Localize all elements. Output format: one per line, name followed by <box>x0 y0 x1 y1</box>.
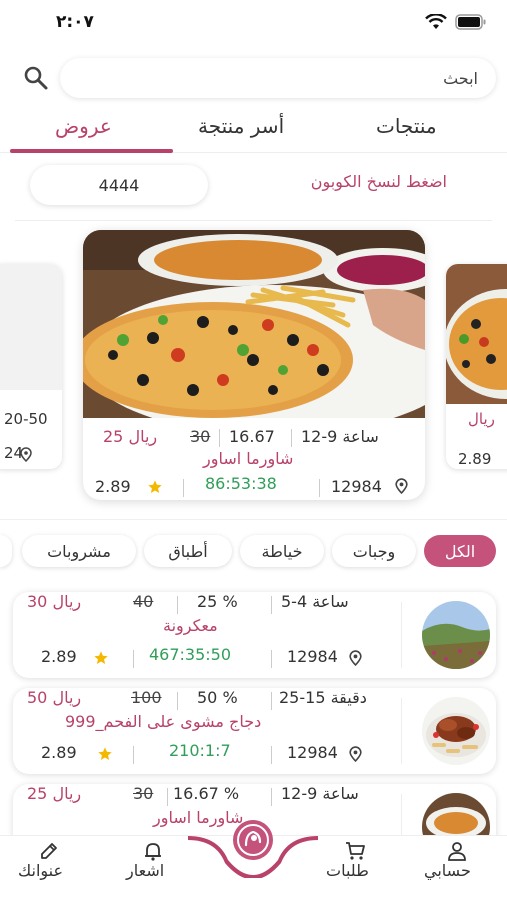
coupon-code[interactable]: 4444 <box>30 165 208 205</box>
item-old-price: 30 <box>133 784 154 803</box>
active-tab-indicator <box>10 149 173 153</box>
status-time: ٢:٠٧ <box>56 12 94 32</box>
category-meals[interactable]: وجبات <box>332 535 416 567</box>
item-new-price: 30 ريال <box>27 592 82 611</box>
item-time: 5-4 ساعة <box>281 592 349 611</box>
offer-discount: 16.67 <box>229 427 275 446</box>
home-center-button[interactable] <box>188 818 318 878</box>
star-icon <box>94 651 108 664</box>
item-rating: 2.89 <box>41 647 77 666</box>
list-item[interactable]: 5-4 ساعة 25 % 40 30 ريال معكرونة 12984 4… <box>13 592 496 678</box>
nav-account[interactable]: حسابي <box>418 836 498 896</box>
nav-account-label: حسابي <box>424 861 471 880</box>
offer-rating: 2.89 <box>95 477 131 496</box>
wifi-icon <box>425 14 447 29</box>
list-item[interactable]: 25-15 دقيقة 50 % 100 50 ريال دجاج مشوى ع… <box>13 688 496 774</box>
category-drinks[interactable]: مشروبات <box>22 535 136 567</box>
offer-image <box>0 264 62 390</box>
nav-address-label: عنوانك <box>18 861 64 880</box>
item-rating: 2.89 <box>41 743 77 762</box>
category-all[interactable]: الكل <box>424 535 496 567</box>
nav-orders-label: طلبات <box>326 861 369 880</box>
item-countdown: 467:35:50 <box>149 645 232 664</box>
divider <box>0 519 507 520</box>
search-icon[interactable] <box>22 64 50 92</box>
offer-card-prev[interactable]: 20-50 24 <box>0 264 62 469</box>
battery-icon <box>455 14 486 30</box>
category-dishes[interactable]: أطباق <box>144 535 232 567</box>
item-image <box>422 697 490 765</box>
location-pin-icon <box>349 746 362 762</box>
item-countdown: 210:1:7 <box>169 741 231 760</box>
item-old-price: 40 <box>133 592 154 611</box>
item-name: معكرونة <box>163 616 218 635</box>
item-code: 12984 <box>287 743 338 762</box>
status-icons <box>425 14 487 30</box>
featured-offer-card[interactable]: 12-9 ساعة 16.67 30 25 ريال شاورما اساور … <box>83 230 425 500</box>
item-time: 12-9 ساعة <box>281 784 359 803</box>
item-new-price: 50 ريال <box>27 688 82 707</box>
nav-notifications-label: اشعار <box>126 861 165 880</box>
category-tailoring[interactable]: خياطة <box>240 535 324 567</box>
offer-new-price: 25 ريال <box>103 427 158 446</box>
offer-time: 20-50 <box>4 410 48 428</box>
nav-notifications[interactable]: اشعار <box>118 836 188 896</box>
location-pin-icon <box>349 650 362 666</box>
offer-image <box>446 264 507 404</box>
search-input[interactable]: ابحث <box>60 58 496 98</box>
item-code: 12984 <box>287 647 338 666</box>
user-icon <box>448 842 466 861</box>
tab-productive-families[interactable]: أسر منتجة <box>198 114 284 138</box>
offer-old-price: 30 <box>190 427 211 446</box>
featured-offer-image <box>83 230 425 418</box>
item-discount: 50 % <box>197 688 238 707</box>
location-pin-icon <box>20 447 32 462</box>
offer-card-next[interactable]: ريال 2.89 <box>446 264 507 469</box>
item-image <box>422 601 490 669</box>
category-more[interactable] <box>0 535 12 567</box>
location-pin-icon <box>395 478 408 494</box>
edit-location-icon <box>41 843 57 859</box>
star-icon <box>98 747 112 760</box>
divider <box>15 220 492 221</box>
offer-code: 12984 <box>331 477 382 496</box>
item-new-price: 25 ريال <box>27 784 82 803</box>
coupon-copy-label[interactable]: اضغط لنسخ الكوبون <box>311 172 447 191</box>
tab-offers[interactable]: عروض <box>55 114 112 138</box>
offer-time: 12-9 ساعة <box>301 427 379 446</box>
item-old-price: 100 <box>131 688 162 707</box>
item-discount: 16.67 % <box>173 784 240 803</box>
item-discount: 25 % <box>197 592 238 611</box>
search-placeholder: ابحث <box>443 68 478 88</box>
item-time: 25-15 دقيقة <box>279 688 367 707</box>
offer-countdown: 86:53:38 <box>205 474 277 493</box>
bell-icon <box>145 843 161 861</box>
tab-products[interactable]: منتجات <box>376 114 437 138</box>
nav-address[interactable]: عنوانك <box>12 836 92 896</box>
offer-price: ريال <box>468 410 495 428</box>
offer-rating: 2.89 <box>458 450 492 468</box>
cart-icon <box>346 842 365 860</box>
nav-orders[interactable]: طلبات <box>320 836 390 896</box>
item-name: دجاج مشوى على الفحم_999 <box>65 712 262 731</box>
offer-name: شاورما اساور <box>203 449 294 468</box>
star-icon <box>148 480 162 493</box>
